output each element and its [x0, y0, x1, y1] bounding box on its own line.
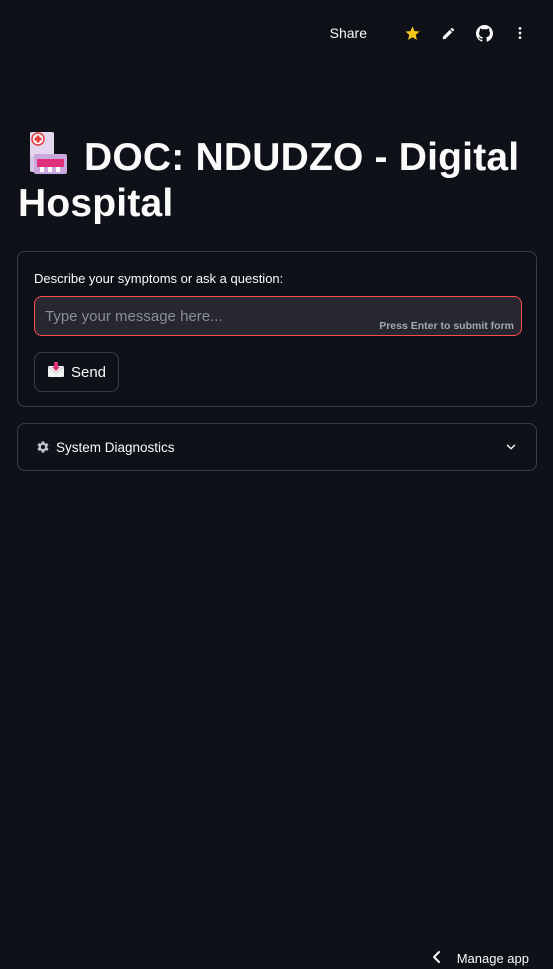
header-toolbar: Share [330, 20, 529, 46]
page-title: DOC: NDUDZO - Digital Hospital [18, 130, 538, 227]
chevron-down-icon[interactable] [504, 440, 518, 454]
manage-app-button[interactable]: Manage app [431, 949, 529, 967]
pencil-icon[interactable] [439, 24, 457, 42]
app-page: Share DOC: NDUDZO - Digital Hospital Des… [0, 0, 553, 969]
send-button[interactable]: Send [34, 352, 119, 392]
system-diagnostics-expander[interactable]: System Diagnostics [17, 423, 537, 471]
more-vertical-icon[interactable] [511, 24, 529, 42]
message-input-wrapper[interactable]: Press Enter to submit form [34, 296, 522, 336]
submit-hint: Press Enter to submit form [379, 320, 514, 332]
send-label: Send [70, 363, 107, 381]
gear-icon [36, 440, 50, 454]
envelope-icon [47, 362, 65, 382]
chat-form: Describe your symptoms or ask a question… [17, 251, 537, 407]
title-text: DOC: NDUDZO - Digital Hospital [18, 136, 520, 225]
star-icon[interactable] [403, 24, 421, 42]
share-button[interactable]: Share [330, 25, 367, 41]
hospital-building-emoji [24, 130, 70, 176]
message-label: Describe your symptoms or ask a question… [34, 271, 284, 286]
manage-app-label: Manage app [456, 950, 529, 966]
github-icon[interactable] [475, 24, 493, 42]
expander-label: System Diagnostics [56, 439, 175, 455]
chevron-left-icon [431, 950, 443, 967]
